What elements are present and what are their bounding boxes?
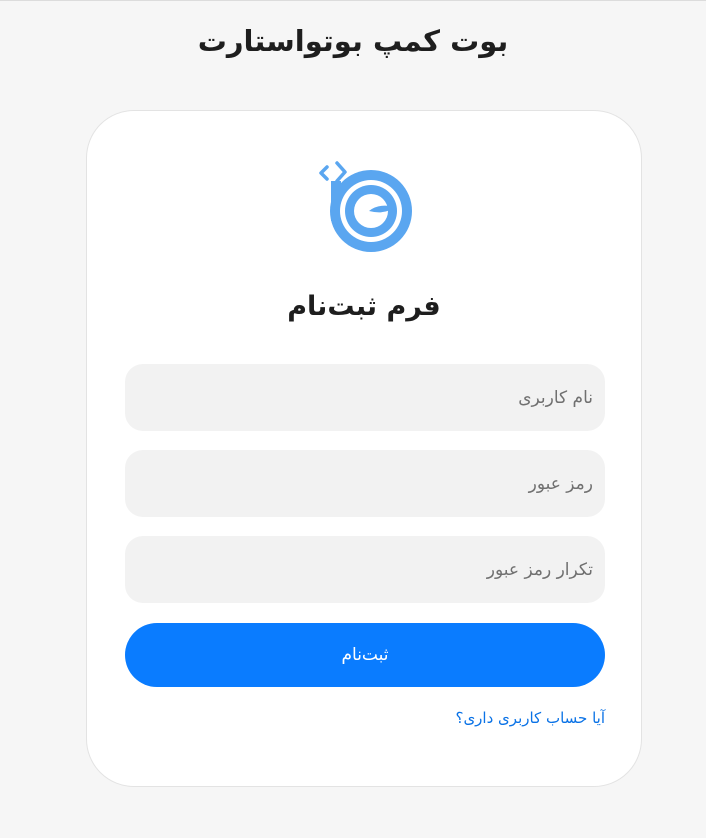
confirm-password-input[interactable] [125,536,605,603]
signup-card: فرم ثبت‌نام ثبت‌نام آیا حساب کاربری داری… [86,110,642,787]
signup-button[interactable]: ثبت‌نام [125,623,605,687]
bootostart-logo-icon [319,161,412,252]
login-link[interactable]: آیا حساب کاربری داری؟ [455,709,605,727]
username-input[interactable] [125,364,605,431]
site-title: بوت کمپ بوتواستارت [197,24,509,58]
password-input[interactable] [125,450,605,517]
form-title: فرم ثبت‌نام [287,291,441,322]
top-border [0,0,706,1]
